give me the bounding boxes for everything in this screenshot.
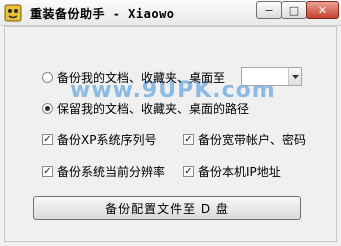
backup-serial-checkbox[interactable]: ✓ 备份XP系统序列号 bbox=[42, 131, 156, 148]
keep-paths-label: 保留我的文档、收藏夹、桌面的路径 bbox=[57, 102, 250, 116]
backup-accounts-checkbox[interactable]: ✓ 备份宽带帐户、密码 bbox=[183, 131, 306, 148]
backup-config-button[interactable]: 备份配置文件至 D 盘 bbox=[33, 196, 301, 220]
close-button[interactable]: ✕ bbox=[306, 1, 339, 19]
check-icon[interactable]: ✓ bbox=[183, 166, 194, 177]
app-icon bbox=[4, 4, 22, 22]
check-icon[interactable]: ✓ bbox=[183, 134, 194, 145]
backup-ip-label: 备份本机IP地址 bbox=[198, 165, 281, 179]
minimize-icon: − bbox=[264, 3, 274, 17]
backup-resolution-checkbox[interactable]: ✓ 备份系统当前分辨率 bbox=[42, 163, 165, 180]
radio-indicator[interactable] bbox=[42, 72, 53, 83]
backup-accounts-label: 备份宽带帐户、密码 bbox=[198, 133, 307, 147]
target-drive-select[interactable] bbox=[241, 67, 302, 86]
keep-paths-radio[interactable]: 保留我的文档、收藏夹、桌面的路径 bbox=[42, 100, 249, 117]
minimize-button[interactable]: − bbox=[256, 1, 282, 19]
check-icon[interactable]: ✓ bbox=[42, 134, 53, 145]
window-title: 重装备份助手 - Xiaowo bbox=[30, 7, 175, 21]
check-icon[interactable]: ✓ bbox=[42, 166, 53, 177]
backup-resolution-label: 备份系统当前分辨率 bbox=[57, 165, 166, 179]
radio-indicator[interactable] bbox=[42, 103, 53, 114]
backup-docs-label: 备份我的文档、收藏夹、桌面至 bbox=[57, 71, 226, 85]
backup-docs-radio[interactable]: 备份我的文档、收藏夹、桌面至 bbox=[42, 69, 225, 86]
title-bar[interactable]: 重装备份助手 - Xiaowo − □ ✕ bbox=[0, 0, 341, 26]
backup-serial-label: 备份XP系统序列号 bbox=[57, 133, 157, 147]
close-icon: ✕ bbox=[317, 3, 328, 17]
maximize-icon: □ bbox=[288, 3, 300, 17]
backup-ip-checkbox[interactable]: ✓ 备份本机IP地址 bbox=[183, 163, 281, 180]
backup-config-label: 备份配置文件至 D 盘 bbox=[105, 201, 229, 216]
maximize-button[interactable]: □ bbox=[281, 1, 307, 19]
chevron-down-icon[interactable] bbox=[288, 68, 301, 85]
